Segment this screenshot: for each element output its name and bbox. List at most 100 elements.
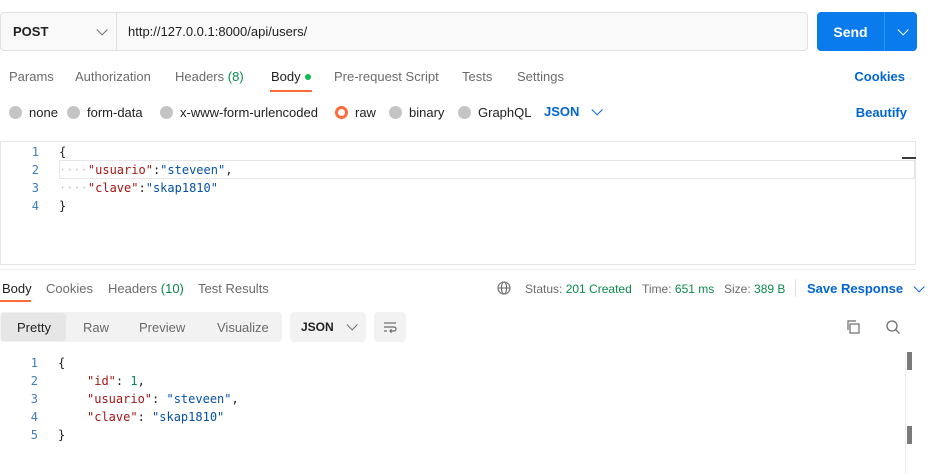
- search-icon: [886, 320, 900, 334]
- tab-label: Headers: [108, 281, 158, 296]
- response-tab-body[interactable]: Body: [2, 281, 32, 296]
- json-sep: :: [137, 410, 153, 424]
- search-button[interactable]: [884, 318, 902, 336]
- request-tabs: Params Authorization Headers (8) Body Pr…: [0, 62, 939, 90]
- json-comma: ,: [231, 392, 239, 406]
- copy-button[interactable]: [844, 318, 862, 336]
- tab-label: Headers: [175, 69, 225, 84]
- indent-guide: ····: [59, 163, 88, 177]
- tab-label: Body: [2, 281, 32, 296]
- chevron-down-icon: [913, 280, 925, 293]
- stat-value: 651 ms: [674, 282, 715, 296]
- response-format-select[interactable]: JSON: [290, 312, 366, 342]
- stat-value: 389 B: [754, 282, 786, 296]
- view-mode-preview[interactable]: Preview: [139, 320, 185, 335]
- globe-icon[interactable]: [497, 281, 511, 295]
- chevron-down-icon: [897, 23, 909, 36]
- json-key: "usuario": [87, 163, 153, 177]
- response-format-label: JSON: [301, 320, 334, 334]
- tab-label: Cookies: [46, 281, 93, 296]
- tab-pre-request-script[interactable]: Pre-request Script: [334, 69, 439, 84]
- method-select[interactable]: POST: [1, 13, 117, 50]
- code-line: }: [58, 428, 65, 442]
- tab-body[interactable]: Body: [271, 69, 311, 84]
- stat-value: 201 Created: [565, 282, 632, 296]
- line-number: 2: [31, 163, 39, 177]
- json-value: "steveen": [166, 392, 232, 406]
- response-tab-headers[interactable]: Headers (10): [108, 281, 184, 296]
- radio-label: GraphQL: [478, 104, 532, 120]
- line-number: 3: [31, 181, 39, 195]
- response-body-viewer[interactable]: 1 2 3 4 5 { "id": 1, "usuario": "steveen…: [0, 352, 904, 474]
- radio-selected-icon: [335, 105, 348, 119]
- tab-authorization[interactable]: Authorization: [75, 69, 151, 84]
- radio-graphql[interactable]: GraphQL: [458, 104, 531, 120]
- view-mode-pretty[interactable]: Pretty: [17, 320, 51, 335]
- view-mode-visualize[interactable]: Visualize: [217, 320, 269, 335]
- radio-raw[interactable]: raw: [335, 104, 376, 120]
- radio-icon: [67, 105, 80, 119]
- cookies-link[interactable]: Cookies: [854, 69, 905, 84]
- beautify-button[interactable]: Beautify: [856, 105, 907, 120]
- response-scroll-marker: [907, 426, 912, 444]
- radio-binary[interactable]: binary: [389, 104, 444, 120]
- send-options-button[interactable]: [884, 12, 917, 51]
- send-button-group: Send: [817, 12, 917, 51]
- active-tab-underline: [270, 90, 312, 92]
- brace: {: [59, 145, 67, 159]
- json-value: 1: [130, 374, 138, 388]
- body-format-select[interactable]: JSON: [544, 103, 604, 119]
- editor-scrollbar[interactable]: [915, 141, 916, 265]
- line-number: 3: [30, 392, 38, 406]
- json-key: "clave": [87, 410, 138, 424]
- tab-settings[interactable]: Settings: [517, 69, 564, 84]
- tab-label: Authorization: [75, 69, 151, 84]
- tab-label: Settings: [517, 69, 564, 84]
- stat-label: Size:: [724, 282, 751, 296]
- json-sep: :: [152, 392, 167, 406]
- tab-headers[interactable]: Headers (8): [175, 69, 244, 84]
- save-response-button[interactable]: Save Response: [807, 280, 925, 296]
- response-scroll-track[interactable]: [905, 352, 906, 474]
- wrap-lines-icon: [384, 322, 397, 334]
- json-sep: :: [115, 374, 131, 388]
- panel-divider[interactable]: [0, 269, 916, 270]
- radio-label: raw: [355, 104, 376, 120]
- response-tab-cookies[interactable]: Cookies: [46, 281, 93, 296]
- json-comma: ,: [225, 163, 233, 177]
- tab-label: Params: [9, 69, 54, 84]
- json-value: "skap1810": [152, 410, 225, 424]
- json-value: "steveen": [160, 163, 226, 177]
- view-mode-raw[interactable]: Raw: [83, 320, 109, 335]
- json-key: "usuario": [87, 392, 153, 406]
- line-number: 4: [30, 410, 38, 424]
- radio-x-www-form-urlencoded[interactable]: x-www-form-urlencoded: [160, 104, 318, 120]
- send-button[interactable]: Send: [817, 12, 884, 51]
- method-label: POST: [13, 24, 49, 39]
- tab-params[interactable]: Params: [9, 69, 54, 84]
- response-tab-test-results[interactable]: Test Results: [198, 281, 269, 296]
- line-number: 2: [30, 374, 38, 388]
- radio-icon: [458, 105, 471, 119]
- radio-label: binary: [409, 104, 445, 120]
- wrap-lines-button[interactable]: [374, 312, 406, 342]
- radio-icon: [9, 105, 22, 119]
- response-scroll-thumb[interactable]: [907, 352, 912, 370]
- response-size: Size: 389 B: [724, 282, 785, 296]
- tab-count: (10): [160, 281, 184, 296]
- save-response-label: Save Response: [807, 281, 904, 296]
- url-input[interactable]: http://127.0.0.1:8000/api/users/: [117, 24, 307, 39]
- request-body-editor[interactable]: 1 2 3 4 { ····"usuario":"steveen", ····"…: [0, 141, 916, 265]
- chevron-down-icon: [96, 23, 108, 36]
- radio-form-data[interactable]: form-data: [67, 104, 143, 120]
- radio-none[interactable]: none: [9, 104, 58, 120]
- tab-label: Tests: [462, 69, 493, 84]
- modified-dot-icon: [304, 73, 311, 80]
- brace: {: [58, 356, 66, 370]
- tab-tests[interactable]: Tests: [462, 69, 492, 84]
- code-line: ····"clave":"skap1810": [59, 181, 218, 195]
- line-number: 1: [30, 356, 38, 370]
- json-sep: :: [138, 181, 146, 195]
- json-value: "skap1810": [145, 181, 218, 195]
- json-key: "clave": [87, 181, 139, 195]
